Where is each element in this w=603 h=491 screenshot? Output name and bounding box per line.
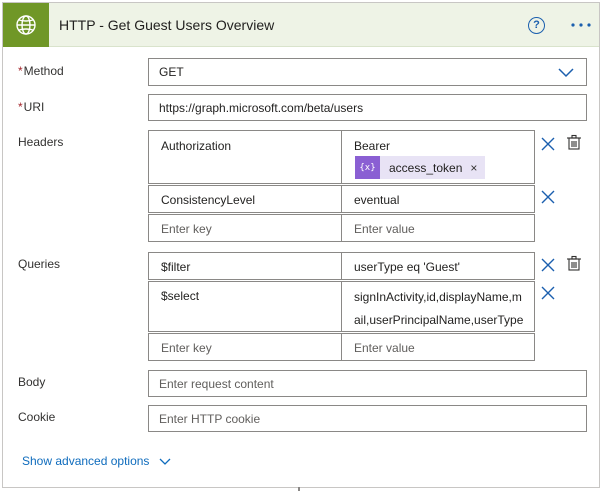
header-key-authorization[interactable]: Authorization <box>148 130 342 184</box>
query-key-text: $filter <box>161 260 191 274</box>
cookie-placeholder: Enter HTTP cookie <box>159 411 261 426</box>
method-dropdown[interactable]: GET <box>148 58 587 86</box>
body-label: Body <box>18 375 46 389</box>
header-new-key-input[interactable]: Enter key <box>148 214 342 242</box>
query-key-filter[interactable]: $filter <box>148 252 342 280</box>
globe-icon <box>3 3 49 47</box>
token-remove-button[interactable]: × <box>470 161 477 175</box>
method-label: *Method <box>18 64 64 78</box>
header-value-text: Bearer <box>354 139 391 153</box>
query-new-value-input[interactable]: Enter value <box>341 333 535 361</box>
help-icon[interactable]: ? <box>528 17 545 34</box>
header-value-consistency[interactable]: eventual <box>341 185 535 213</box>
method-value: GET <box>159 65 184 79</box>
card-header[interactable]: HTTP - Get Guest Users Overview ? <box>3 3 599 47</box>
card-title[interactable]: HTTP - Get Guest Users Overview <box>59 17 274 33</box>
query-new-value-placeholder: Enter value <box>354 341 415 355</box>
header-value-authorization[interactable]: Bearer {x} access_token × <box>341 130 535 184</box>
remove-query-filter-icon[interactable] <box>541 258 555 272</box>
cookie-input[interactable]: Enter HTTP cookie <box>148 405 587 432</box>
headers-label: Headers <box>18 135 64 149</box>
body-input[interactable]: Enter request content <box>148 370 587 397</box>
query-value-text: userType eq 'Guest' <box>354 260 460 274</box>
header-new-value-input[interactable]: Enter value <box>341 214 535 242</box>
queries-label: Queries <box>18 257 61 271</box>
method-label-text: Method <box>23 64 64 78</box>
more-options-icon[interactable] <box>569 15 593 35</box>
query-value-line-2: ail,userPrincipalName,userType <box>354 313 524 327</box>
header-key-text: Authorization <box>161 139 232 153</box>
switch-queries-text-mode-icon[interactable] <box>566 255 582 271</box>
uri-label-text: URI <box>23 100 45 114</box>
query-value-select[interactable]: signInActivity,id,displayName,m ail,user… <box>341 281 535 332</box>
query-key-select[interactable]: $select <box>148 281 342 332</box>
uri-input[interactable]: https://graph.microsoft.com/beta/users <box>148 94 587 121</box>
header-new-value-placeholder: Enter value <box>354 222 415 236</box>
chevron-down-icon[interactable] <box>558 65 574 82</box>
body-placeholder: Enter request content <box>159 376 274 391</box>
query-value-line-1: signInActivity,id,displayName,m <box>354 290 522 304</box>
header-new-key-placeholder: Enter key <box>161 222 212 236</box>
query-key-text: $select <box>161 289 200 303</box>
header-key-text: ConsistencyLevel <box>161 193 256 207</box>
required-mark: * <box>18 100 23 114</box>
header-value-text: eventual <box>354 193 400 207</box>
switch-to-text-mode-icon[interactable] <box>566 134 582 150</box>
required-mark: * <box>18 64 23 78</box>
cookie-label: Cookie <box>18 410 56 424</box>
token-label: access_token <box>389 160 463 175</box>
remove-query-select-icon[interactable] <box>541 286 555 300</box>
flow-connector <box>298 487 300 491</box>
http-action-card: HTTP - Get Guest Users Overview ? *Metho… <box>2 2 600 488</box>
chevron-down-icon[interactable] <box>159 455 171 469</box>
header-key-consistency[interactable]: ConsistencyLevel <box>148 185 342 213</box>
dynamic-content-token[interactable]: {x} access_token × <box>355 156 485 179</box>
expression-icon: {x} <box>355 156 380 179</box>
query-new-key-placeholder: Enter key <box>161 341 212 355</box>
query-new-key-input[interactable]: Enter key <box>148 333 342 361</box>
uri-label: *URI <box>18 100 44 114</box>
uri-value: https://graph.microsoft.com/beta/users <box>159 100 364 115</box>
remove-header-consistency-icon[interactable] <box>541 190 555 204</box>
remove-header-authorization-icon[interactable] <box>541 137 555 151</box>
show-advanced-options-link[interactable]: Show advanced options <box>22 454 149 468</box>
query-value-filter[interactable]: userType eq 'Guest' <box>341 252 535 280</box>
